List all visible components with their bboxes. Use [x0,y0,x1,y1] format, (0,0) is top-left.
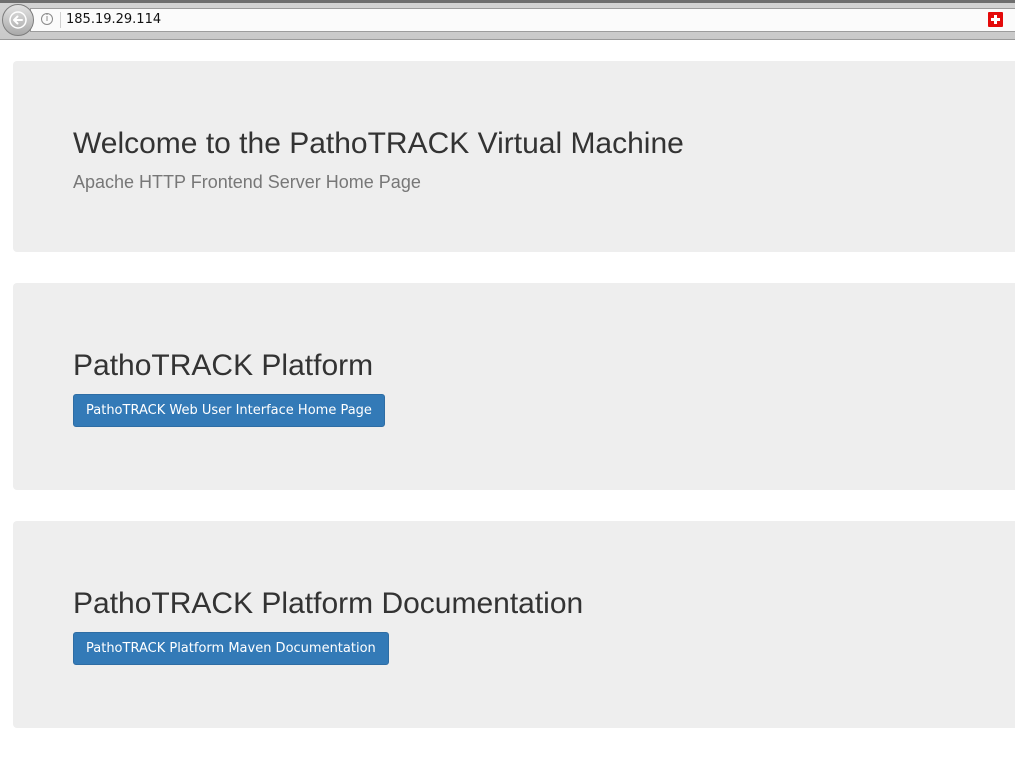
address-bar[interactable]: i 185.19.29.114 [30,8,1015,32]
switzerland-flag-icon[interactable] [988,12,1003,27]
maven-docs-button[interactable]: PathoTRACK Platform Maven Documentation [73,632,389,665]
platform-jumbotron: PathoTRACK Platform PathoTRACK Web User … [13,283,1015,490]
site-info-icon[interactable]: i [41,13,53,25]
url-text[interactable]: 185.19.29.114 [66,12,161,28]
web-ui-home-button[interactable]: PathoTRACK Web User Interface Home Page [73,394,385,427]
page-title: Welcome to the PathoTRACK Virtual Machin… [73,127,684,160]
welcome-jumbotron: Welcome to the PathoTRACK Virtual Machin… [13,61,1015,252]
back-arrow-icon [9,11,27,29]
page-subtitle: Apache HTTP Frontend Server Home Page [73,172,421,192]
platform-heading: PathoTRACK Platform [73,349,374,382]
documentation-jumbotron: PathoTRACK Platform Documentation PathoT… [13,521,1015,728]
back-button[interactable] [2,4,34,36]
browser-toolbar: i 185.19.29.114 [0,0,1015,40]
window-edge [0,0,1015,3]
address-bar-divider [60,12,61,28]
documentation-heading: PathoTRACK Platform Documentation [73,587,584,620]
